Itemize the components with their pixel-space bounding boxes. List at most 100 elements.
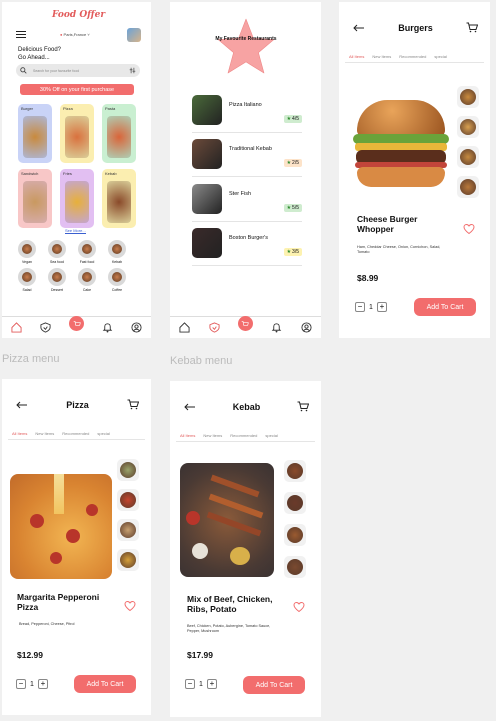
back-arrow-icon[interactable] xyxy=(353,24,365,32)
variant-thumbnail[interactable] xyxy=(457,116,479,138)
variant-thumbnail[interactable] xyxy=(284,460,306,482)
add-to-cart-button[interactable]: Add To Cart xyxy=(74,675,136,693)
home-icon[interactable] xyxy=(179,322,190,333)
search-input[interactable]: Search for your favourite food xyxy=(33,69,123,73)
back-arrow-icon[interactable] xyxy=(16,401,28,409)
heart-icon[interactable] xyxy=(463,223,475,235)
quantity-stepper[interactable]: − 1 + xyxy=(355,302,387,312)
shield-icon[interactable] xyxy=(209,322,220,333)
greeting-line1: Delicious Food? xyxy=(18,47,62,53)
filter-icon[interactable] xyxy=(129,67,136,74)
dish-name: Mix of Beef, Chicken, Ribs, Potato xyxy=(187,594,273,614)
subcategory-item[interactable]: Kebab xyxy=(106,240,128,264)
subcategory-image xyxy=(108,240,126,258)
subcategory-label: Dessert xyxy=(50,288,64,292)
minus-button[interactable]: − xyxy=(185,679,195,689)
restaurant-row[interactable]: Ster Fish ★ 5/5 xyxy=(192,177,302,222)
section-label-pizza: Pizza menu xyxy=(2,353,60,365)
shield-icon[interactable] xyxy=(40,322,51,333)
variant-thumbnail[interactable] xyxy=(117,549,139,571)
user-icon[interactable] xyxy=(301,322,312,333)
header: Burgers xyxy=(353,22,478,33)
cart-nav-button[interactable] xyxy=(237,316,253,331)
variant-image xyxy=(287,527,303,543)
restaurant-row[interactable]: Pizza Italiano ★ 4/5 xyxy=(192,88,302,133)
see-more-link[interactable]: See More... xyxy=(65,228,86,234)
user-icon[interactable] xyxy=(131,322,142,333)
category-card[interactable]: Burger xyxy=(18,104,52,163)
subcategory-item[interactable]: Dessert xyxy=(46,268,68,292)
cart-icon[interactable] xyxy=(297,401,309,412)
add-to-cart-button[interactable]: Add To Cart xyxy=(414,298,476,316)
restaurant-name: Pizza Italiano xyxy=(229,101,262,108)
minus-button[interactable]: − xyxy=(16,679,26,689)
variant-thumbnail[interactable] xyxy=(457,146,479,168)
bell-icon[interactable] xyxy=(271,322,282,333)
minus-button[interactable]: − xyxy=(355,302,365,312)
page-title: Kebab xyxy=(232,401,261,412)
subcategory-item[interactable]: Salad xyxy=(16,268,38,292)
subcategory-item[interactable]: Coffee xyxy=(106,268,128,292)
subcategory-image xyxy=(108,268,126,286)
variant-thumbnail[interactable] xyxy=(457,86,479,108)
subcategory-label: Sea food xyxy=(49,260,64,264)
home-icon[interactable] xyxy=(11,322,22,333)
category-card[interactable]: Kebab xyxy=(102,169,136,228)
restaurant-list: Pizza Italiano ★ 4/5 Traditional Kebab ★ 2/5 S… xyxy=(192,88,302,266)
page-title: Burgers xyxy=(398,22,433,33)
category-card[interactable]: Pasta xyxy=(102,104,136,163)
variant-thumbnail[interactable] xyxy=(284,524,306,546)
rating-badge: ★ 5/5 xyxy=(283,203,302,212)
subcategory-label: Fast food xyxy=(79,260,95,264)
page-title: Pizza xyxy=(66,399,89,410)
bell-icon[interactable] xyxy=(102,322,113,333)
cart-icon[interactable] xyxy=(127,399,139,410)
variant-thumbnail[interactable] xyxy=(117,489,139,511)
cart-nav-button[interactable] xyxy=(69,316,84,331)
variant-image xyxy=(460,149,476,165)
variant-thumbnail[interactable] xyxy=(117,519,139,541)
variant-thumbnail[interactable] xyxy=(457,176,479,198)
avatar[interactable] xyxy=(127,28,141,42)
variant-thumbnail[interactable] xyxy=(284,492,306,514)
subcategory-item[interactable]: Sea food xyxy=(46,240,68,264)
star-icon: ★ xyxy=(286,115,292,122)
quantity-stepper[interactable]: − 1 + xyxy=(16,679,48,689)
add-to-cart-button[interactable]: Add To Cart xyxy=(243,676,305,694)
category-card[interactable]: Pizza xyxy=(60,104,94,163)
quantity-stepper[interactable]: − 1 + xyxy=(185,679,217,689)
restaurant-row[interactable]: Boston Burger's ★ 3/5 xyxy=(192,222,302,266)
variant-thumbnail[interactable] xyxy=(117,459,139,481)
burger-image xyxy=(351,98,451,194)
pin-icon: ● xyxy=(60,32,63,37)
restaurant-name: Boston Burger's xyxy=(229,235,268,242)
location-selector[interactable]: ● Paris,France ˅ xyxy=(60,32,90,37)
back-arrow-icon[interactable] xyxy=(184,403,196,411)
menu-icon[interactable] xyxy=(16,31,26,38)
rating-badge: ★ 3/5 xyxy=(283,248,302,256)
plus-button[interactable]: + xyxy=(376,302,387,312)
restaurant-row[interactable]: Traditional Kebab ★ 2/5 xyxy=(192,133,302,177)
bottom-nav xyxy=(2,316,151,338)
heart-icon[interactable] xyxy=(293,601,305,613)
variant-image xyxy=(120,552,136,568)
variant-thumbnail[interactable] xyxy=(284,556,306,578)
category-card[interactable]: Sandwich xyxy=(18,169,52,228)
subcategory-item[interactable]: Cake xyxy=(76,268,98,292)
plus-button[interactable]: + xyxy=(37,679,48,689)
subcategory-item[interactable]: Vegan xyxy=(16,240,38,264)
subcategory-item[interactable]: Fast food xyxy=(76,240,98,264)
heart-icon[interactable] xyxy=(124,600,136,612)
category-label: Sandwich xyxy=(21,171,39,176)
subcategory-list: Vegan Sea food Fast food Kebab Salad Dessert C… xyxy=(16,240,140,292)
promo-banner[interactable]: 30% Off on your first purchase xyxy=(20,84,134,95)
kebab-image xyxy=(180,463,274,577)
price: $17.99 xyxy=(187,650,213,660)
plus-button[interactable]: + xyxy=(206,679,217,689)
rating-value: 4/5 xyxy=(292,115,299,122)
search-bar[interactable]: Search for your favourite food xyxy=(16,64,140,77)
favourites-title: My Favourite Restaurants xyxy=(215,36,277,42)
cart-icon[interactable] xyxy=(466,22,478,33)
star-icon: ★ xyxy=(286,160,292,166)
category-card[interactable]: Fries xyxy=(60,169,94,228)
